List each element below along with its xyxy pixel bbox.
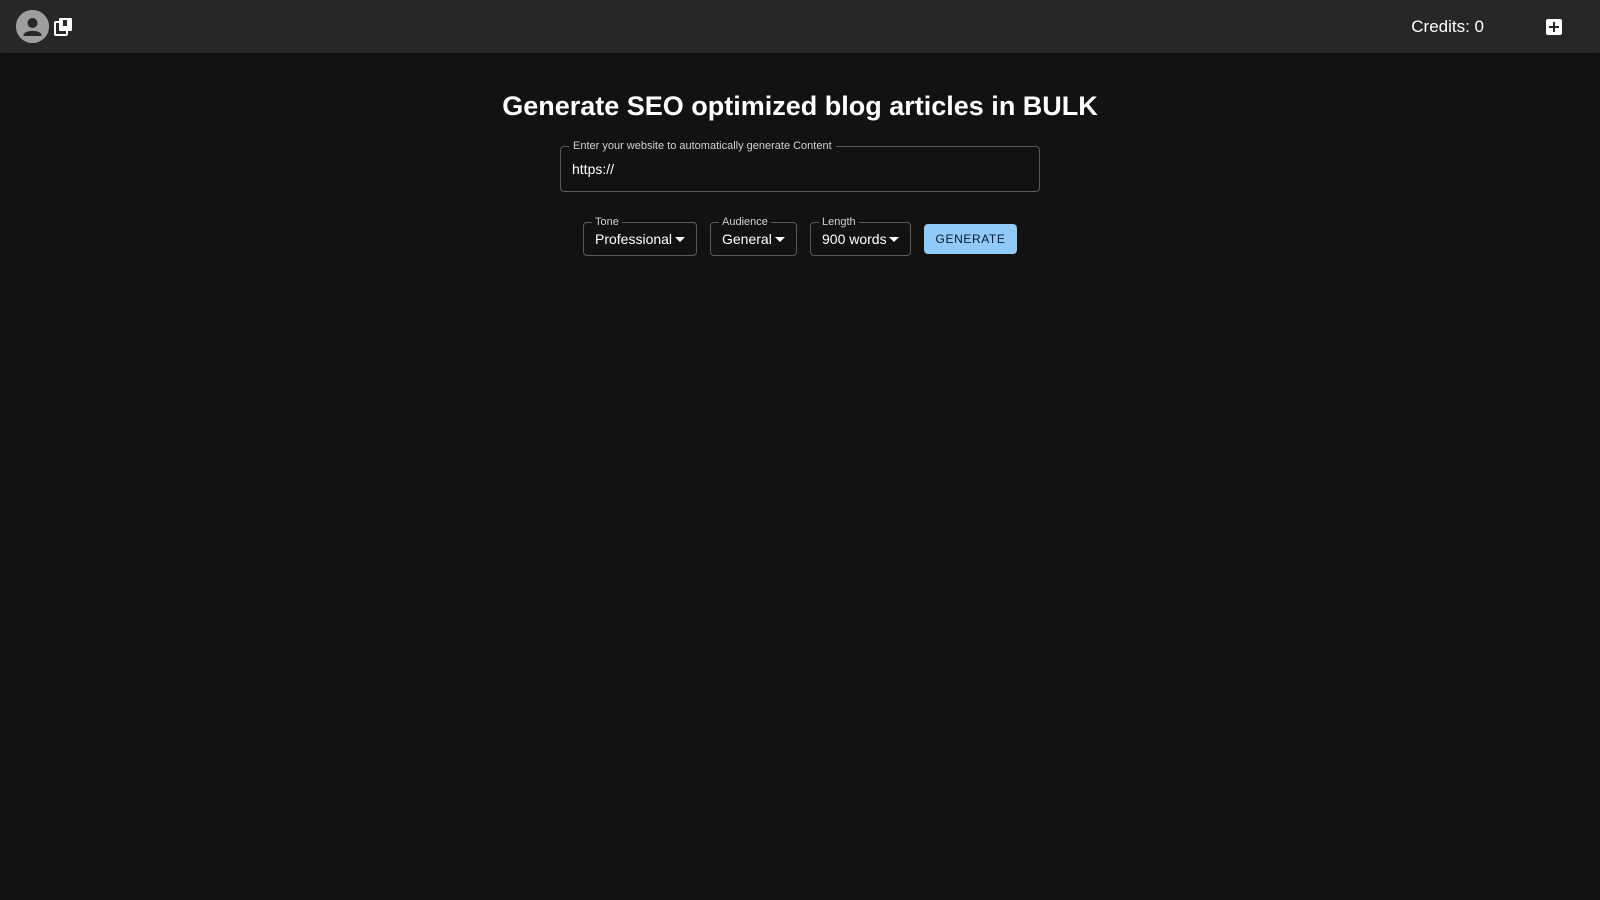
tone-label: Tone — [592, 215, 622, 229]
audience-label: Audience — [719, 215, 771, 229]
top-app-bar: Credits: 0 — [0, 0, 1600, 53]
chevron-down-icon — [889, 237, 899, 242]
length-value: 900 words — [822, 231, 887, 247]
chevron-down-icon — [775, 237, 785, 242]
length-label: Length — [819, 215, 859, 229]
tone-value: Professional — [595, 231, 673, 247]
library-icon[interactable] — [53, 17, 73, 37]
account-icon[interactable] — [16, 10, 49, 43]
length-select[interactable]: Length 900 words — [810, 215, 911, 256]
page-title: Generate SEO optimized blog articles in … — [502, 91, 1098, 121]
website-input[interactable] — [572, 158, 1022, 180]
website-field-label: Enter your website to automatically gene… — [569, 139, 836, 153]
chevron-down-icon — [675, 237, 685, 242]
audience-value: General — [722, 231, 772, 247]
website-field[interactable]: Enter your website to automatically gene… — [560, 139, 1040, 192]
generate-button[interactable]: GENERATE — [924, 224, 1017, 254]
audience-select[interactable]: Audience General — [710, 215, 797, 256]
credits-count: Credits: 0 — [1411, 17, 1484, 36]
add-box-icon[interactable] — [1545, 18, 1563, 36]
tone-select[interactable]: Tone Professional — [583, 215, 697, 256]
